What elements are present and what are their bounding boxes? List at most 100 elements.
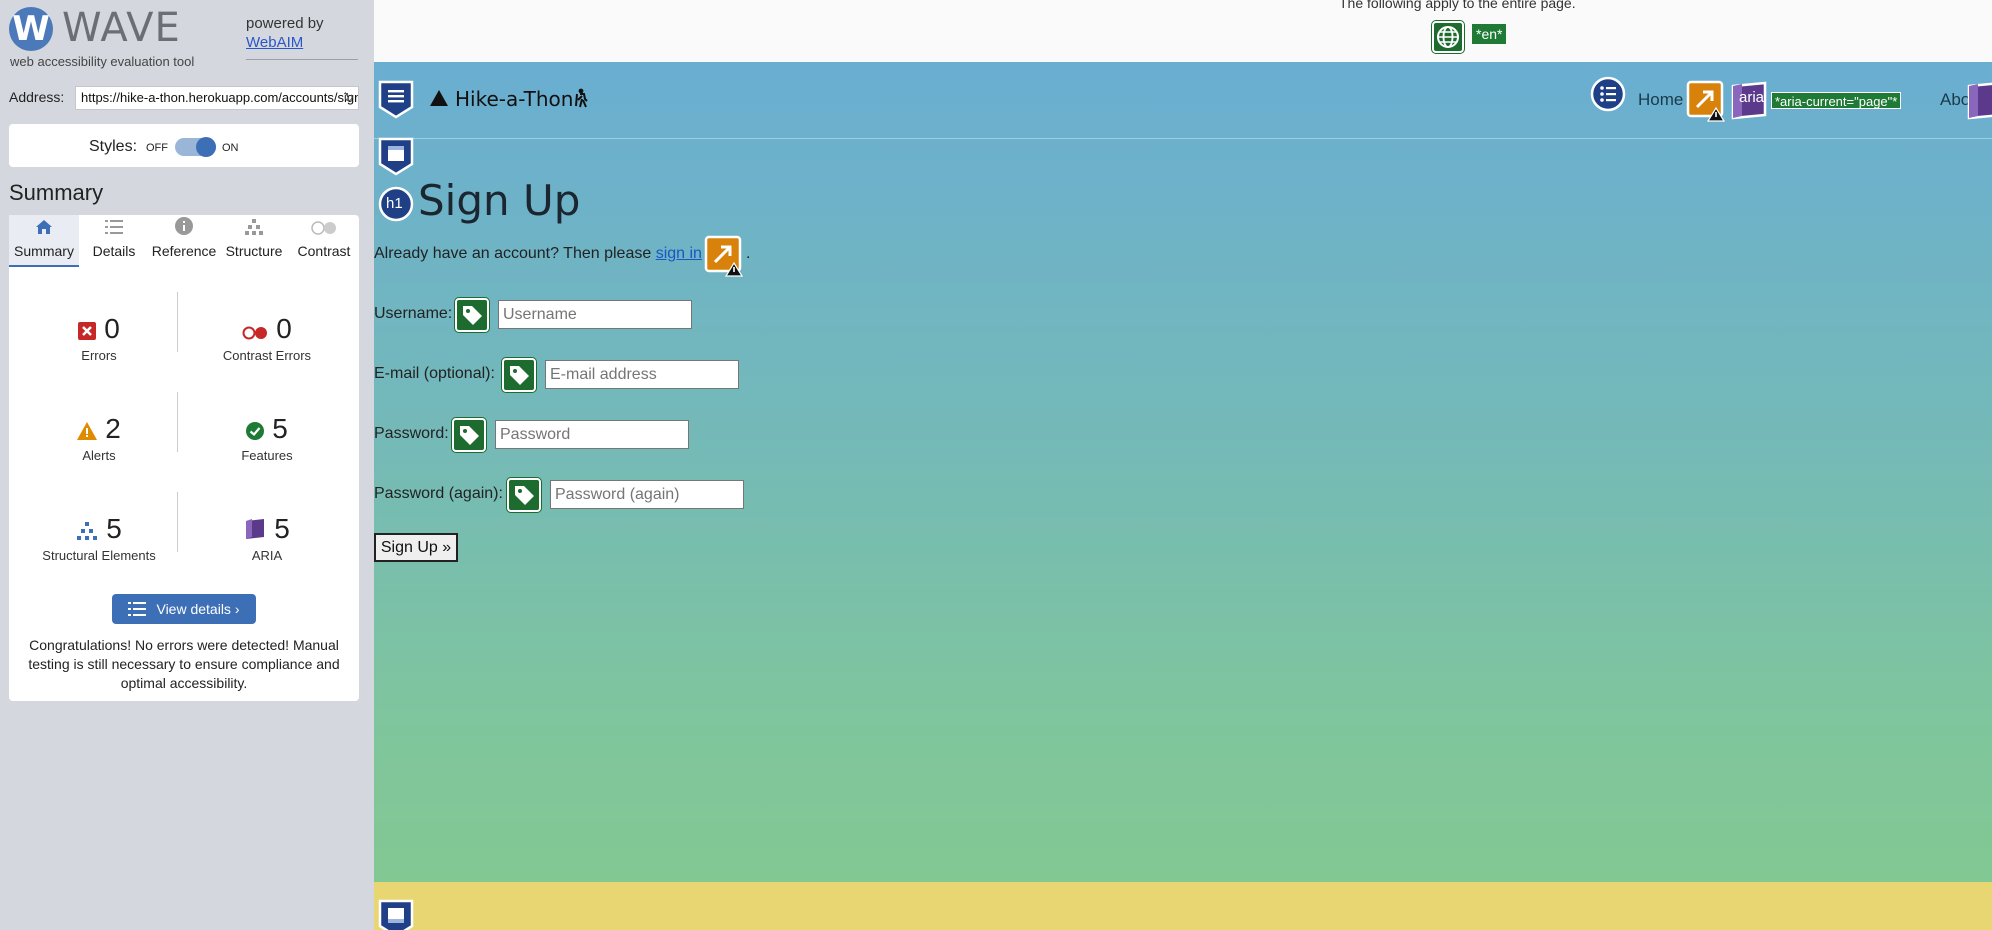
page-title: Sign Up bbox=[418, 176, 581, 225]
page-level-message: The following apply to the entire page. bbox=[1339, 0, 1576, 11]
header-landmark-icon[interactable] bbox=[377, 136, 415, 176]
errors-count: 0 bbox=[104, 313, 120, 344]
errors-label: Errors bbox=[81, 348, 117, 363]
hiker-icon bbox=[572, 88, 590, 113]
stat-contrast-errors[interactable]: 0 Contrast Errors bbox=[187, 312, 347, 363]
form-label-tag-icon[interactable] bbox=[455, 298, 489, 332]
form-label-tag-icon[interactable] bbox=[507, 478, 541, 512]
form-label-tag-icon[interactable] bbox=[452, 418, 486, 452]
address-bar: Address: https://hike-a-thon.herokuapp.c… bbox=[9, 86, 359, 110]
address-input[interactable]: https://hike-a-thon.herokuapp.com/accoun… bbox=[75, 86, 359, 110]
page-footer bbox=[374, 882, 1992, 930]
suspicious-link-alert-icon[interactable] bbox=[704, 235, 744, 282]
stat-alerts[interactable]: 2 Alerts bbox=[19, 412, 179, 463]
nav-home-link[interactable]: Home bbox=[1638, 90, 1683, 110]
list-icon bbox=[79, 215, 149, 241]
powered-by-text: powered by bbox=[246, 15, 324, 32]
structure-icon bbox=[76, 514, 98, 548]
email-input[interactable] bbox=[545, 360, 739, 389]
sign-in-link[interactable]: sign in bbox=[656, 245, 702, 262]
home-icon bbox=[9, 215, 79, 241]
summary-title: Summary bbox=[9, 180, 104, 205]
stat-structural[interactable]: 5 Structural Elements bbox=[19, 512, 179, 563]
sign-up-button[interactable]: Sign Up » bbox=[374, 533, 458, 562]
aria-badge-text: aria bbox=[1739, 89, 1765, 106]
aria-icon[interactable]: aria bbox=[1730, 80, 1768, 125]
powered-by: powered by WebAIM bbox=[246, 14, 324, 52]
view-details-button[interactable]: View details › bbox=[112, 594, 256, 624]
wave-logo-icon: W bbox=[9, 7, 53, 51]
mountain-icon bbox=[429, 89, 449, 112]
contrast-errors-label: Contrast Errors bbox=[222, 348, 312, 363]
tab-label: Summary bbox=[14, 243, 74, 259]
page-main bbox=[374, 62, 1992, 882]
aria-icon bbox=[244, 514, 266, 548]
password-again-label: Password (again): bbox=[374, 485, 503, 502]
styles-label: Styles: bbox=[89, 138, 138, 155]
already-account-text: Already have an account? Then please sig… bbox=[374, 245, 750, 263]
styles-toggle[interactable] bbox=[175, 137, 216, 157]
tab-details[interactable]: Details bbox=[79, 215, 149, 267]
language-globe-icon[interactable] bbox=[1432, 21, 1464, 53]
footer-landmark-icon[interactable] bbox=[377, 898, 415, 930]
page-level-bar: The following apply to the entire page. … bbox=[374, 0, 1992, 62]
alerts-label: Alerts bbox=[82, 448, 116, 463]
wave-logo-text: WAVE bbox=[62, 5, 181, 51]
tab-reference[interactable]: Reference bbox=[149, 215, 219, 267]
stat-features[interactable]: 5 Features bbox=[187, 412, 347, 463]
navigation-landmark-icon[interactable] bbox=[377, 79, 415, 119]
wave-sidebar: W WAVE web accessibility evaluation tool… bbox=[0, 0, 374, 930]
tab-label: Reference bbox=[151, 243, 217, 259]
styles-off-label: OFF bbox=[146, 142, 168, 154]
tab-contrast[interactable]: Contrast bbox=[289, 215, 359, 267]
period-text: . bbox=[745, 245, 751, 262]
aria-icon[interactable] bbox=[1966, 80, 1992, 125]
form-label-tag-icon[interactable] bbox=[502, 358, 536, 392]
congrats-message: Congratulations! No errors were detected… bbox=[28, 637, 340, 691]
nav-divider bbox=[374, 138, 1992, 139]
stat-errors[interactable]: 0 Errors bbox=[19, 312, 179, 363]
styles-on-label: ON bbox=[222, 142, 239, 154]
stat-aria[interactable]: 5 ARIA bbox=[187, 512, 347, 563]
password-again-input[interactable] bbox=[550, 480, 744, 509]
wave-tabs: Summary Details Reference Structure Cont… bbox=[9, 215, 359, 267]
view-details-label: View details › bbox=[156, 601, 240, 617]
brand-text: Hike-a-Thon bbox=[455, 87, 574, 111]
features-count: 5 bbox=[272, 413, 288, 444]
hierarchy-icon bbox=[219, 215, 289, 241]
reload-icon[interactable]: ↻ bbox=[343, 90, 354, 106]
h1-badge-text: h1 bbox=[386, 195, 403, 212]
heading-h1-icon[interactable]: h1 bbox=[378, 186, 414, 227]
feature-check-icon bbox=[246, 414, 265, 448]
divider bbox=[246, 59, 358, 60]
list-icon bbox=[128, 597, 147, 627]
aria-current-tag: *aria-current="page"* bbox=[1771, 92, 1902, 109]
redundant-link-alert-icon[interactable] bbox=[1686, 80, 1726, 127]
webaim-link[interactable]: WebAIM bbox=[246, 34, 303, 51]
contrast-icon bbox=[289, 215, 359, 241]
brand-title[interactable]: Hike-a-Thon bbox=[455, 87, 573, 111]
already-text: Already have an account? Then please bbox=[374, 245, 652, 262]
email-label: E-mail (optional): bbox=[374, 365, 495, 382]
address-label: Address: bbox=[9, 89, 65, 105]
address-value: https://hike-a-thon.herokuapp.com/accoun… bbox=[81, 90, 359, 105]
structural-label: Structural Elements bbox=[42, 548, 156, 563]
info-icon bbox=[149, 215, 219, 241]
tab-summary[interactable]: Summary bbox=[9, 215, 79, 267]
password-input[interactable] bbox=[495, 420, 689, 449]
wave-tagline: web accessibility evaluation tool bbox=[10, 54, 195, 69]
toggle-knob bbox=[196, 137, 216, 157]
structural-count: 5 bbox=[106, 513, 122, 544]
language-tag: *en* bbox=[1472, 24, 1507, 44]
tab-structure[interactable]: Structure bbox=[219, 215, 289, 267]
tab-label: Details bbox=[92, 243, 136, 259]
password-label: Password: bbox=[374, 425, 449, 442]
error-icon bbox=[78, 314, 97, 348]
username-input[interactable] bbox=[498, 300, 692, 329]
alert-icon bbox=[77, 414, 98, 448]
summary-panel: Summary Details Reference Structure Cont… bbox=[9, 215, 359, 701]
tab-label: Contrast bbox=[297, 243, 351, 259]
unordered-list-icon[interactable] bbox=[1590, 76, 1626, 117]
aria-label: ARIA bbox=[251, 548, 283, 563]
features-label: Features bbox=[241, 448, 293, 463]
